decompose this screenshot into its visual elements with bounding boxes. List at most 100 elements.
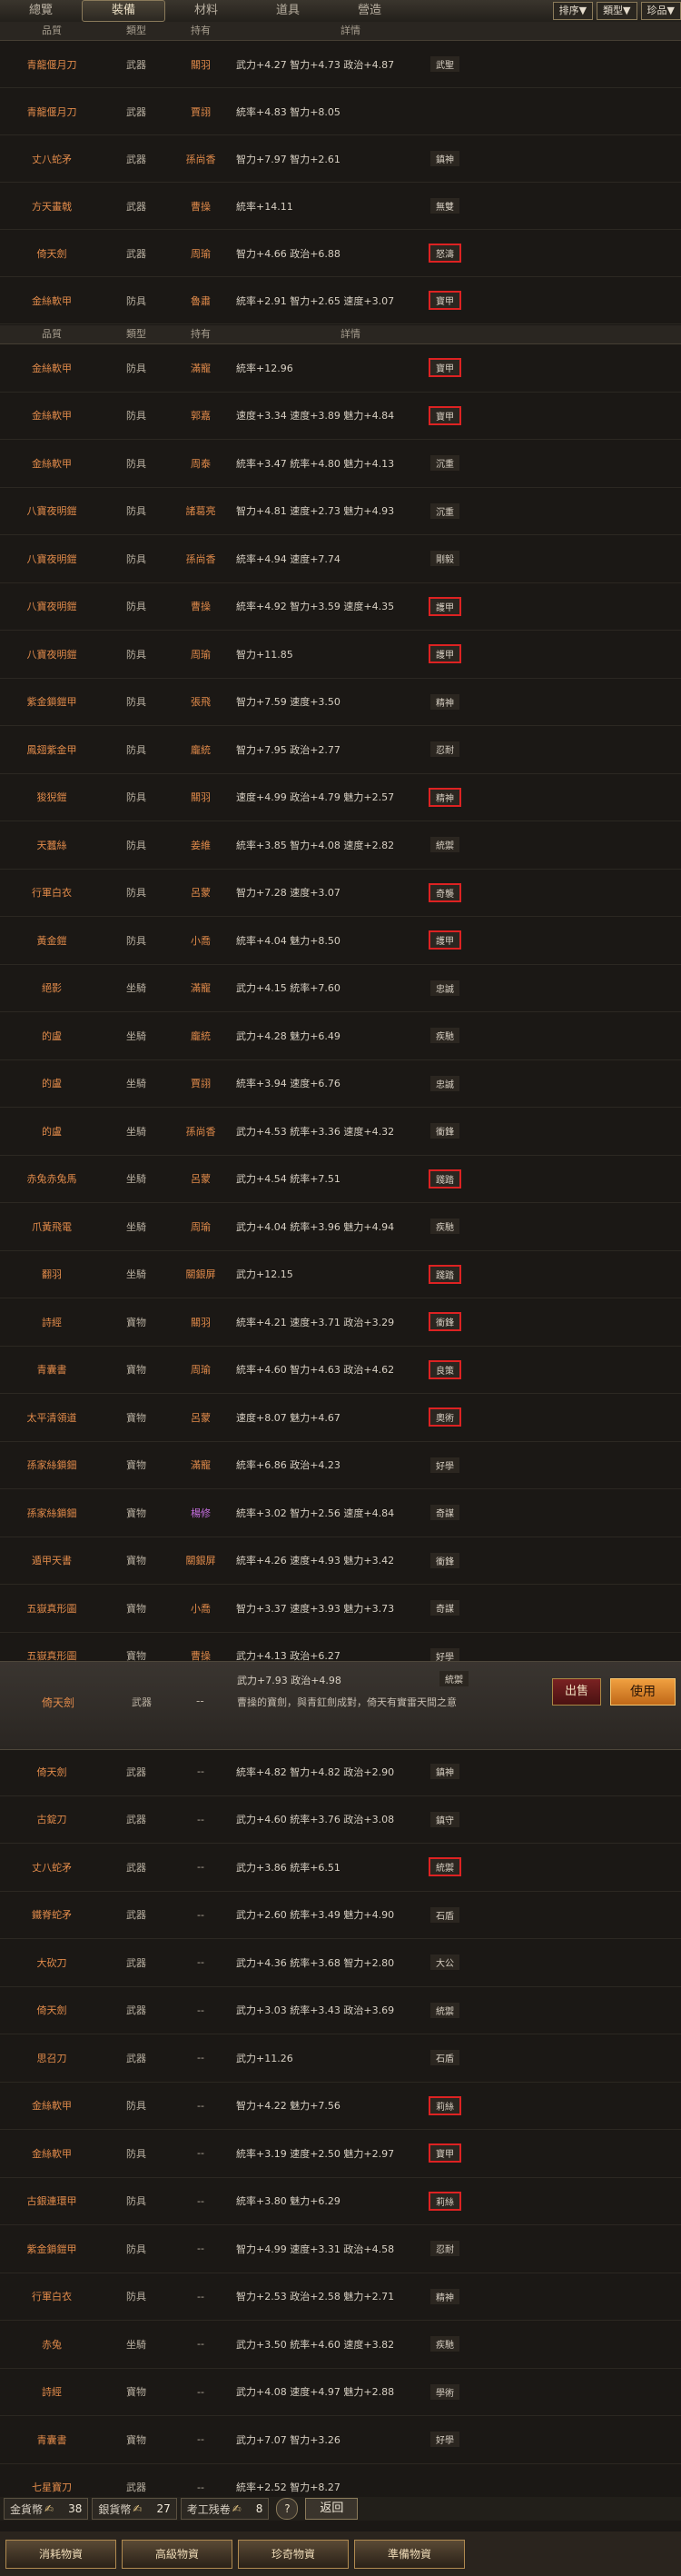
item-row[interactable]: 青囊書 寶物 -- 武力+7.07 智力+3.26 好學 [0, 2416, 681, 2464]
item-row[interactable]: 的盧 坐騎 孫尚香 武力+4.53 統率+3.36 速度+4.32 衝鋒 [0, 1108, 681, 1156]
item-row[interactable]: 金絲軟甲 防具 滿寵 統率+12.96 寶甲 [0, 344, 681, 393]
item-tag: 學術 [430, 2383, 459, 2400]
item-row[interactable]: 青龍偃月刀 武器 關羽 武力+4.27 智力+4.73 政治+4.87 武聖 [0, 41, 681, 88]
quill-icon: ✍ [232, 2502, 242, 2515]
item-owner: -- [197, 1765, 204, 1778]
item-type: 武器 [126, 1765, 146, 1778]
item-owner: 呂蒙 [191, 887, 211, 900]
item-row[interactable]: 的盧 坐騎 賈詡 統率+3.94 速度+6.76 忠誠 [0, 1060, 681, 1108]
item-tag-cell: 疾馳 [418, 2336, 472, 2352]
tab-1[interactable]: 裝備 [82, 0, 165, 22]
item-row[interactable]: 大砍刀 武器 -- 武力+4.36 統率+3.68 智力+2.80 大公 [0, 1939, 681, 1987]
item-row[interactable]: 青龍偃月刀 武器 賈詡 統率+4.83 智力+8.05 [0, 88, 681, 135]
item-row[interactable]: 詩經 寶物 關羽 統率+4.21 速度+3.71 政治+3.29 衝鋒 [0, 1298, 681, 1347]
bottom-tab-3[interactable]: 準備物資 [354, 2539, 465, 2569]
item-stats: 智力+7.97 智力+2.61 [236, 153, 340, 165]
item-row[interactable]: 青囊書 寶物 周瑜 統率+4.60 智力+4.63 政治+4.62 良策 [0, 1347, 681, 1394]
item-row[interactable]: 紫金鎖鎧甲 防具 -- 智力+4.99 速度+3.31 政治+4.58 忍耐 [0, 2225, 681, 2273]
item-row[interactable]: 紫金鎖鎧甲 防具 張飛 智力+7.59 速度+3.50 精神 [0, 679, 681, 726]
item-row[interactable]: 古銀連環甲 防具 -- 統率+3.80 魅力+6.29 莉絲 [0, 2178, 681, 2225]
item-row[interactable]: 孫家絲鎖鈿 寶物 楊修 統率+3.02 智力+2.56 速度+4.84 奇謀 [0, 1489, 681, 1537]
quill-icon: ✍ [133, 2502, 143, 2515]
item-row[interactable]: 金絲軟甲 防具 -- 智力+4.22 魅力+7.56 莉絲 [0, 2083, 681, 2130]
item-row[interactable]: 鐵脊蛇矛 武器 -- 武力+2.60 統率+3.49 魅力+4.90 石盾 [0, 1892, 681, 1939]
rarity-dropdown[interactable]: 珍品▼ [640, 2, 681, 20]
item-row[interactable]: 鳳翅紫金甲 防具 龐統 智力+7.95 政治+2.77 忍耐 [0, 726, 681, 774]
item-row[interactable]: 倚天劍 武器 周瑜 智力+4.66 政治+6.88 怒濤 [0, 230, 681, 277]
tab-3[interactable]: 道具 [247, 0, 329, 22]
tab-2[interactable]: 材料 [165, 0, 247, 22]
item-row[interactable]: 太平清領道 寶物 呂蒙 速度+8.07 魅力+4.67 奧術 [0, 1394, 681, 1442]
item-row[interactable]: 絕影 坐騎 滿寵 武力+4.15 統率+7.60 忠誠 [0, 965, 681, 1012]
type-dropdown[interactable]: 類型▼ [597, 2, 637, 20]
item-row[interactable]: 八寶夜明鎧 防具 周瑜 智力+11.85 護甲 [0, 631, 681, 679]
item-row[interactable]: 丈八蛇矛 武器 -- 武力+3.86 統率+6.51 統禦 [0, 1844, 681, 1892]
item-tag-cell: 武聖 [418, 56, 472, 72]
item-row[interactable]: 黃金鎧 防具 小喬 統率+4.04 魅力+8.50 護甲 [0, 917, 681, 965]
item-tag: 良策 [429, 1359, 461, 1379]
item-type: 防具 [126, 743, 146, 756]
item-tag: 好學 [430, 2432, 459, 2448]
item-row[interactable]: 古錠刀 武器 -- 武力+4.60 統率+3.76 政治+3.08 鎮守 [0, 1796, 681, 1844]
item-tag: 石盾 [430, 1906, 459, 1923]
back-button[interactable]: 返回 [305, 2498, 359, 2520]
item-type: 防具 [126, 2195, 146, 2208]
item-row[interactable]: 赤兔赤兔馬 坐騎 呂蒙 武力+4.54 統率+7.51 踐踏 [0, 1156, 681, 1203]
bottom-tab-2[interactable]: 珍奇物資 [238, 2539, 349, 2569]
item-name: 方天畫戟 [32, 200, 72, 213]
item-tag-cell: 莉絲 [418, 2191, 472, 2211]
item-stats: 武力+4.36 統率+3.68 智力+2.80 [236, 1956, 395, 1969]
item-row[interactable]: 爪黃飛電 坐騎 周瑜 武力+4.04 統率+3.96 魅力+4.94 疾馳 [0, 1203, 681, 1251]
help-button[interactable]: ? [276, 2498, 299, 2520]
tab-0[interactable]: 總覽 [0, 0, 82, 22]
item-row[interactable]: 丈八蛇矛 武器 孫尚香 智力+7.97 智力+2.61 鎮神 [0, 135, 681, 183]
bottom-tab-1[interactable]: 高級物資 [122, 2539, 232, 2569]
item-type: 坐騎 [126, 1125, 146, 1138]
item-owner: -- [197, 2099, 204, 2112]
item-row[interactable]: 天蠶絲 防具 姜維 統率+3.85 智力+4.08 速度+2.82 統禦 [0, 821, 681, 870]
item-stats: 智力+11.85 [236, 648, 293, 661]
item-row[interactable]: 詩經 寶物 -- 武力+4.08 速度+4.97 魅力+2.88 學術 [0, 2369, 681, 2416]
item-tag: 寶甲 [429, 291, 461, 310]
tab-4[interactable]: 營造 [329, 0, 410, 22]
item-tag-cell: 奧術 [418, 1407, 472, 1427]
item-row[interactable]: 倚天劍 武器 -- 武力+3.03 統率+3.43 政治+3.69 統禦 [0, 1987, 681, 2034]
item-owner: -- [197, 2147, 204, 2160]
item-row[interactable]: 行軍白衣 防具 -- 智力+2.53 政治+2.58 魅力+2.71 精神 [0, 2273, 681, 2321]
item-row[interactable]: 孫家絲鎖鈿 寶物 滿寵 統率+6.86 政治+4.23 好學 [0, 1442, 681, 1489]
item-row[interactable]: 翻羽 坐騎 關銀屏 武力+12.15 踐踏 [0, 1251, 681, 1298]
sort-dropdown[interactable]: 排序▼ [552, 2, 594, 20]
item-type: 防具 [126, 552, 146, 565]
selected-item-panel[interactable]: 倚天劍 武器 -- 武力+7.93 政治+4.98 統禦 曹操的寶劍，與青釭劍成… [0, 1661, 681, 1750]
item-name: 金絲軟甲 [32, 2147, 72, 2160]
item-stats: 統率+4.82 智力+4.82 政治+2.90 [236, 1765, 395, 1778]
item-stats: 武力+7.07 智力+3.26 [236, 2433, 340, 2446]
item-row[interactable]: 金絲軟甲 防具 -- 統率+3.19 速度+2.50 魅力+2.97 寶甲 [0, 2130, 681, 2178]
item-row[interactable]: 方天畫戟 武器 曹操 統率+14.11 無雙 [0, 183, 681, 230]
item-type: 寶物 [126, 1364, 146, 1377]
item-row[interactable]: 遁甲天書 寶物 關銀屏 統率+4.26 速度+4.93 魅力+3.42 衝鋒 [0, 1537, 681, 1585]
item-tag-cell: 精神 [418, 2288, 472, 2304]
item-row[interactable]: 金絲軟甲 防具 郭嘉 速度+3.34 速度+3.89 魅力+4.84 寶甲 [0, 393, 681, 440]
item-row[interactable]: 八寶夜明鎧 防具 諸葛亮 智力+4.81 速度+2.73 魅力+4.93 沉重 [0, 488, 681, 535]
item-row[interactable]: 八寶夜明鎧 防具 曹操 統率+4.92 智力+3.59 速度+4.35 護甲 [0, 583, 681, 631]
item-row[interactable]: 思召刀 武器 -- 武力+11.26 石盾 [0, 2034, 681, 2083]
item-tag-cell: 踐踏 [418, 1264, 472, 1284]
item-name: 天蠶絲 [36, 839, 67, 851]
item-row[interactable]: 的盧 坐騎 龐統 武力+4.28 魅力+6.49 疾馳 [0, 1012, 681, 1060]
item-row[interactable]: 狻猊鎧 防具 關羽 速度+4.99 政治+4.79 魅力+2.57 精神 [0, 774, 681, 821]
item-row[interactable]: 金絲軟甲 防具 魯肅 統率+2.91 智力+2.65 速度+3.07 寶甲 [0, 277, 681, 324]
item-stats: 速度+8.07 魅力+4.67 [236, 1411, 340, 1424]
sell-button[interactable]: 出售 [552, 1678, 601, 1706]
use-button[interactable]: 使用 [610, 1678, 676, 1706]
item-row[interactable]: 倚天劍 武器 -- 統率+4.82 智力+4.82 政治+2.90 鎮神 [0, 1748, 681, 1796]
item-row[interactable]: 赤兔 坐騎 -- 武力+3.50 統率+4.60 速度+3.82 疾馳 [0, 2321, 681, 2369]
item-row[interactable]: 五嶽真形圖 寶物 小喬 智力+3.37 速度+3.93 魅力+3.73 奇謀 [0, 1585, 681, 1633]
item-row[interactable]: 八寶夜明鎧 防具 孫尚香 統率+4.94 速度+7.74 剛毅 [0, 535, 681, 583]
item-row[interactable]: 金絲軟甲 防具 周泰 統率+3.47 統率+4.80 魅力+4.13 沉重 [0, 440, 681, 488]
item-type: 寶物 [126, 1555, 146, 1567]
item-row[interactable]: 行軍白衣 防具 呂蒙 智力+7.28 速度+3.07 奇襲 [0, 870, 681, 917]
item-owner: 龐統 [191, 1029, 211, 1042]
selected-item-type: 武器 [132, 1696, 152, 1708]
bottom-tab-0[interactable]: 消耗物資 [5, 2539, 116, 2569]
